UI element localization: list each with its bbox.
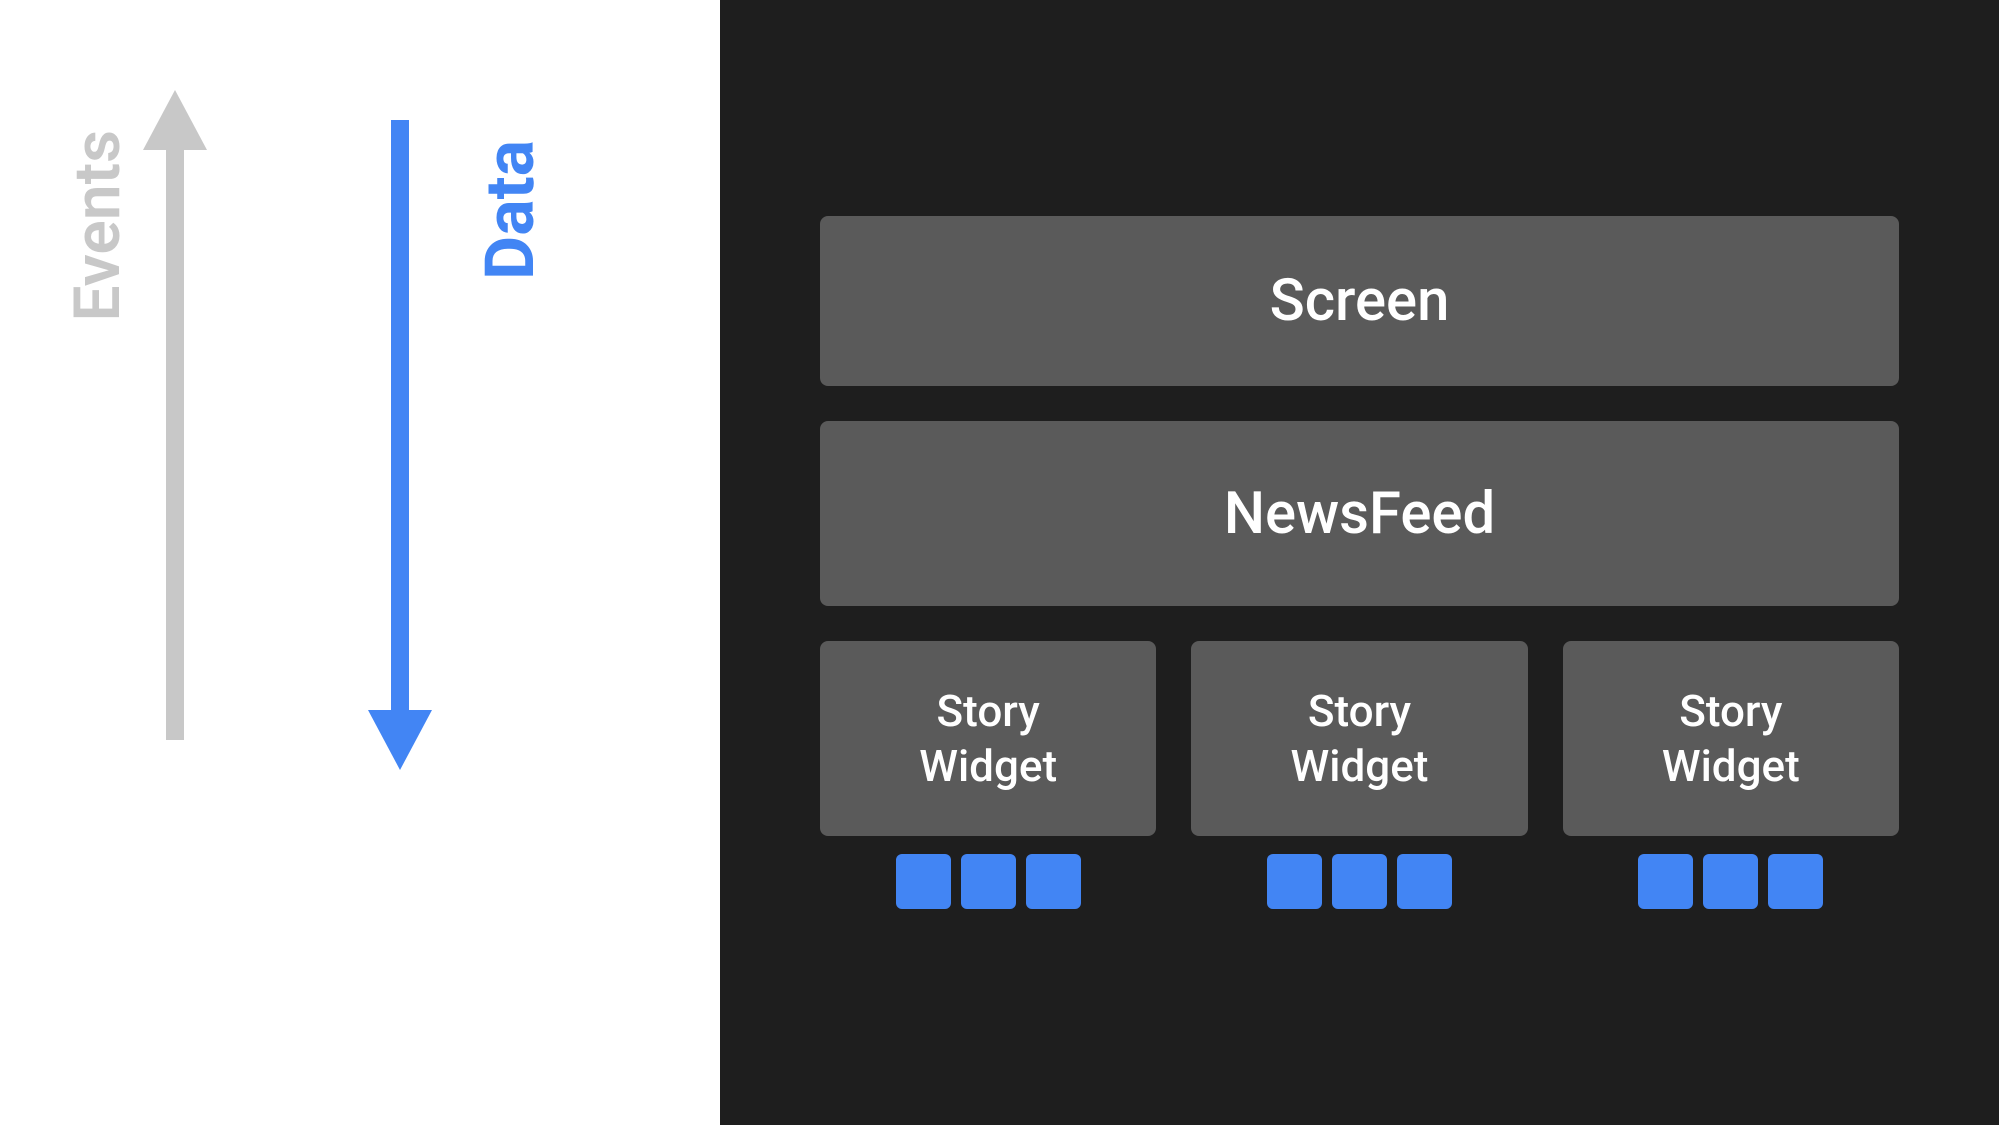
dot-2-3 [1397,854,1452,909]
dot-2-2 [1332,854,1387,909]
story-widget-column-3: StoryWidget [1563,641,1899,909]
events-label: Events [60,130,135,322]
right-panel: Screen NewsFeed StoryWidget StoryWidget [720,0,1999,1125]
dot-2-1 [1267,854,1322,909]
screen-box: Screen [820,216,1899,386]
data-arrow-svg [360,80,440,780]
dot-1-1 [896,854,951,909]
story-widget-column-2: StoryWidget [1191,641,1527,909]
story-widget-dots-1 [896,854,1081,909]
story-widget-label-2: StoryWidget [1291,684,1429,794]
data-label: Data [470,140,550,280]
dot-3-3 [1768,854,1823,909]
events-arrow-svg [135,80,215,780]
newsfeed-box: NewsFeed [820,421,1899,606]
story-widget-dots-3 [1638,854,1823,909]
newsfeed-label: NewsFeed [1224,480,1495,548]
dot-1-2 [961,854,1016,909]
arrows-wrapper: Events Data [0,0,720,1125]
left-panel: Events Data [0,0,720,1125]
data-group: Data [360,80,440,784]
dot-1-3 [1026,854,1081,909]
story-widget-box-3: StoryWidget [1563,641,1899,836]
story-widget-column-1: StoryWidget [820,641,1156,909]
story-widget-box-2: StoryWidget [1191,641,1527,836]
story-widget-label-1: StoryWidget [919,684,1057,794]
events-group: Events [135,80,215,784]
story-widget-label-3: StoryWidget [1662,684,1800,794]
story-widget-box-1: StoryWidget [820,641,1156,836]
dot-3-2 [1703,854,1758,909]
story-widget-dots-2 [1267,854,1452,909]
screen-label: Screen [1270,267,1450,335]
story-widgets-row: StoryWidget StoryWidget StoryWidget [820,641,1899,909]
dot-3-1 [1638,854,1693,909]
